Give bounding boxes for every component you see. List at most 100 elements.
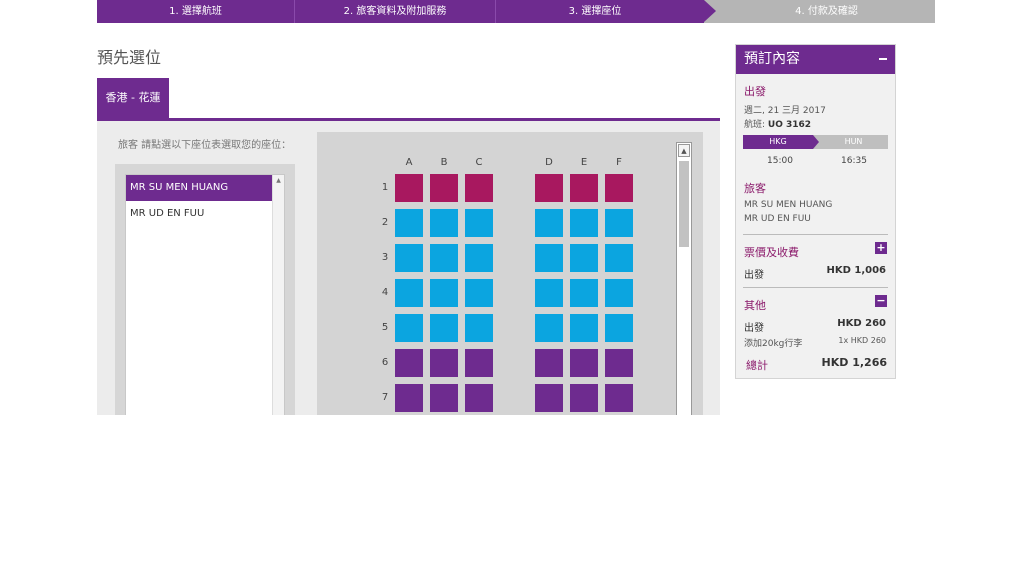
other-value: HKD 260 [837,318,886,329]
seat-6D[interactable] [535,349,563,377]
other-label: 出發 [744,323,764,334]
seat-1A [395,174,423,202]
departure-time: 15:00 [767,156,793,166]
scrollbar-thumb[interactable] [679,161,689,247]
scroll-up-icon[interactable]: ▲ [273,175,284,186]
seat-selection-panel: 旅客 請點選以下座位表選取您的座位： MR SU MEN HUANG MR UD… [97,121,720,415]
passenger-scrollbar[interactable]: ▲ [272,175,284,415]
seat-7C[interactable] [465,384,493,412]
seat-5C[interactable] [465,314,493,342]
seat-6C[interactable] [465,349,493,377]
seat-1D [535,174,563,202]
baggage-label: 添加20kg行李 [744,339,803,349]
seat-6F[interactable] [605,349,633,377]
seat-7A[interactable] [395,384,423,412]
seat-map: ▲ A B C D E F 1 2 3 4 5 6 7 [317,132,703,415]
step-payment: 4. 付款及確認 [704,0,935,23]
seat-4C[interactable] [465,279,493,307]
divider [743,287,888,288]
step-passenger-info[interactable]: 2. 旅客資料及附加服務 [295,0,496,23]
arrival-time: 16:35 [841,156,867,166]
flight-number: 航班: UO 3162 [744,117,811,130]
passengers-title: 旅客 [744,182,766,195]
seat-column-label: A [405,157,413,168]
seat-3B[interactable] [430,244,458,272]
passenger-list: MR SU MEN HUANG MR UD EN FUU ▲ [125,174,285,415]
other-title: 其他 [744,299,766,312]
fare-label: 出發 [744,270,764,281]
seat-4A[interactable] [395,279,423,307]
flight-code: UO 3162 [767,120,812,130]
seat-2D[interactable] [535,209,563,237]
seat-5D[interactable] [535,314,563,342]
instruction-text: 旅客 請點選以下座位表選取您的座位： [118,140,292,151]
booking-summary: 預訂內容 出發 週二, 21 三月 2017 航班: UO 3162 HKG H… [735,44,896,379]
collapse-icon[interactable] [879,58,887,60]
seat-1F [605,174,633,202]
total-value: HKD 1,266 [821,356,887,369]
seat-4E[interactable] [570,279,598,307]
seat-row-label: 5 [381,322,389,333]
seat-row-label: 7 [381,392,389,403]
seat-7E[interactable] [570,384,598,412]
scroll-up-icon[interactable]: ▲ [678,144,690,157]
booking-steps: 1. 選擇航班 2. 旅客資料及附加服務 3. 選擇座位 4. 付款及確認 [97,0,935,23]
summary-header[interactable]: 預訂內容 [736,45,895,74]
seat-5F[interactable] [605,314,633,342]
seat-2A[interactable] [395,209,423,237]
seat-1B [430,174,458,202]
seat-1C [465,174,493,202]
seat-6E[interactable] [570,349,598,377]
fare-title: 票價及收費 [744,246,799,259]
page-title: 預先選位 [97,48,162,67]
seat-6A[interactable] [395,349,423,377]
seat-row-label: 4 [381,287,389,298]
expand-plus-icon[interactable]: + [875,242,887,254]
seat-row-label: 1 [381,182,389,193]
baggage-value: 1x HKD 260 [838,336,886,345]
flight-label: 航班: [744,120,766,130]
summary-passenger: MR UD EN FUU [744,214,811,224]
seat-2F[interactable] [605,209,633,237]
seat-column-label: B [440,157,448,168]
flight-date: 週二, 21 三月 2017 [744,106,826,116]
seat-column-label: D [545,157,553,168]
seat-3A[interactable] [395,244,423,272]
passenger-item-selected[interactable]: MR SU MEN HUANG [126,175,272,201]
seat-5E[interactable] [570,314,598,342]
fare-value: HKD 1,006 [826,265,886,276]
seat-7D[interactable] [535,384,563,412]
seat-column-label: E [580,157,588,168]
seat-3D[interactable] [535,244,563,272]
step-select-seat[interactable]: 3. 選擇座位 [496,0,716,23]
seat-3F[interactable] [605,244,633,272]
seat-7F[interactable] [605,384,633,412]
summary-title: 預訂內容 [744,51,800,67]
seat-3E[interactable] [570,244,598,272]
seat-row-label: 2 [381,217,389,228]
collapse-minus-icon[interactable]: − [875,295,887,307]
seat-2E[interactable] [570,209,598,237]
passenger-box: MR SU MEN HUANG MR UD EN FUU ▲ [115,164,295,415]
seat-5B[interactable] [430,314,458,342]
seat-2C[interactable] [465,209,493,237]
seat-2B[interactable] [430,209,458,237]
seat-row-label: 6 [381,357,389,368]
seat-4D[interactable] [535,279,563,307]
seat-4F[interactable] [605,279,633,307]
seat-map-scrollbar[interactable]: ▲ [676,142,692,415]
divider [743,234,888,235]
seat-5A[interactable] [395,314,423,342]
destination-code: HUN [813,135,888,149]
total-label: 總計 [746,359,768,372]
step-select-flight[interactable]: 1. 選擇航班 [97,0,295,23]
passenger-item[interactable]: MR UD EN FUU [126,201,272,227]
tab-route[interactable]: 香港 - 花蓮 [97,78,169,118]
departure-title: 出發 [744,85,766,98]
origin-code: HKG [743,135,819,149]
seat-6B[interactable] [430,349,458,377]
seat-4B[interactable] [430,279,458,307]
seat-3C[interactable] [465,244,493,272]
seat-row-label: 3 [381,252,389,263]
seat-7B[interactable] [430,384,458,412]
